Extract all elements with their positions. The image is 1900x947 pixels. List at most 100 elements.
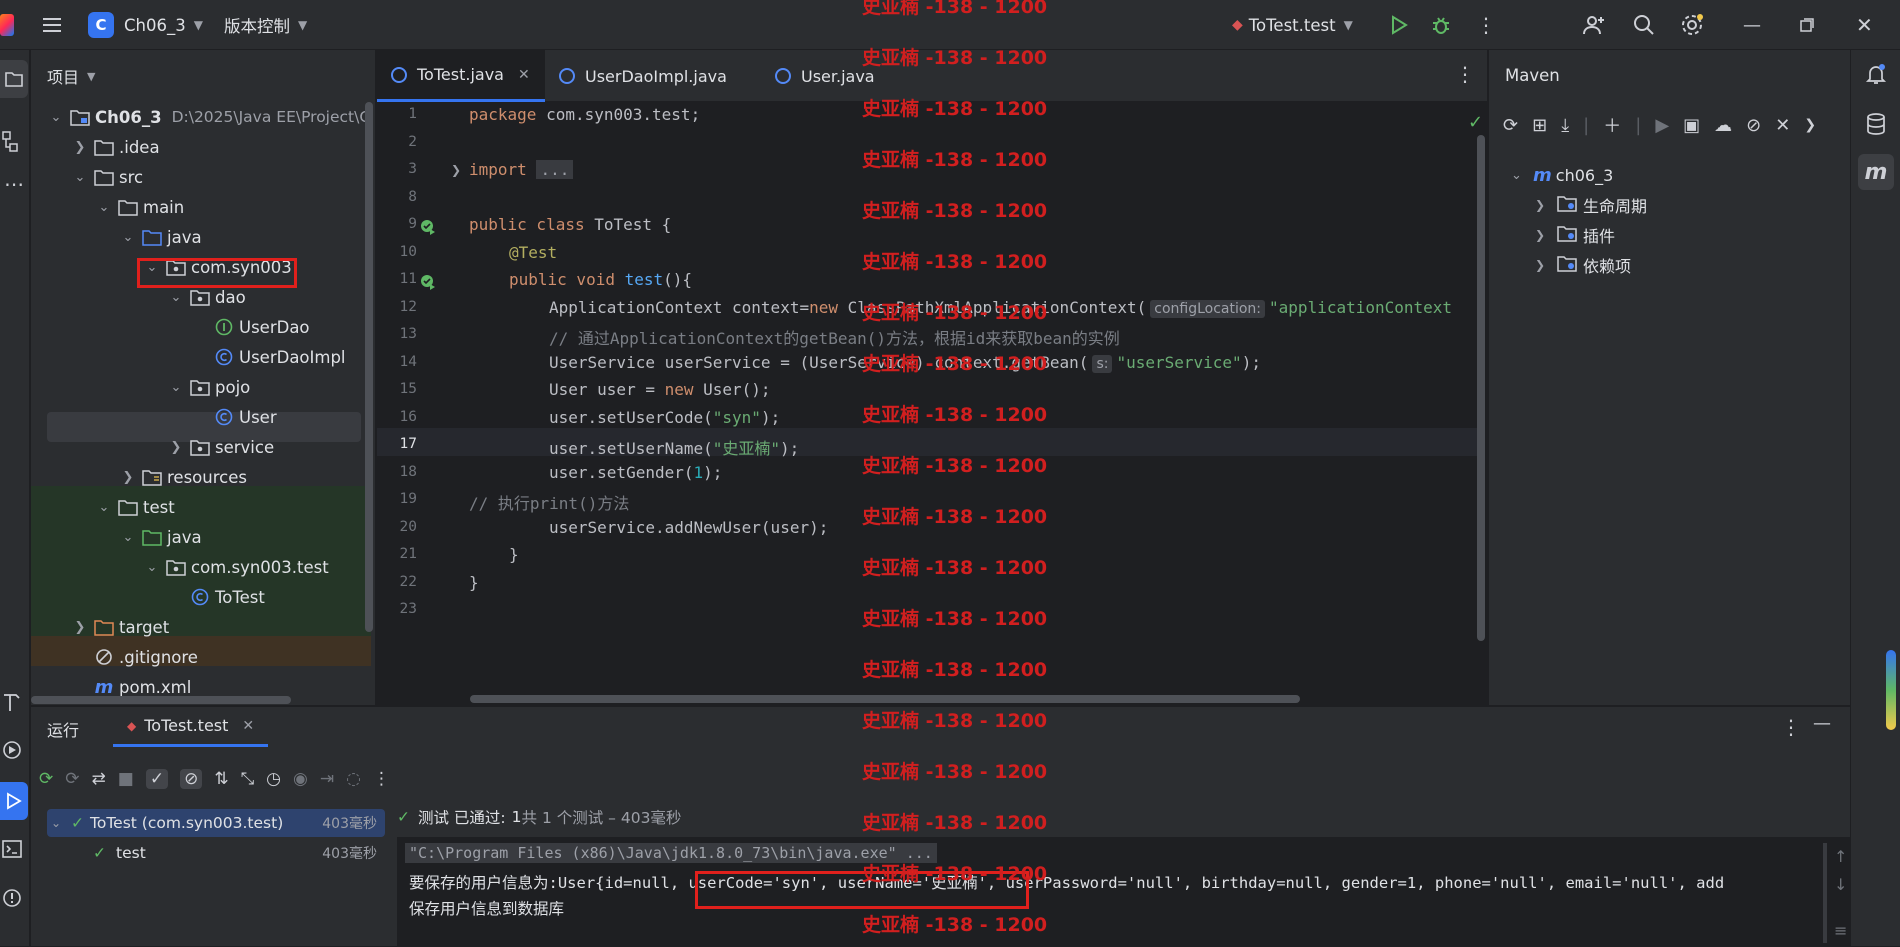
tree-item[interactable]: .gitignore xyxy=(31,642,198,672)
tree-item[interactable]: ⌄ java xyxy=(31,222,202,252)
toggle-autotest-icon[interactable]: ⇄ xyxy=(92,769,106,789)
terminal-tool-button[interactable] xyxy=(2,840,22,862)
run-tab[interactable]: ◆ ToTest.test ✕ xyxy=(113,707,269,747)
collapse-icon[interactable]: ✕ xyxy=(1775,115,1790,136)
tree-item[interactable]: ⌄ test xyxy=(31,492,175,522)
skip-tests-icon[interactable]: ⊘ xyxy=(1746,115,1761,136)
maven-item[interactable]: ❯ 依赖项 xyxy=(1535,250,1631,280)
run-maven-icon[interactable]: ▶ xyxy=(1655,115,1669,136)
chevron-right-icon[interactable]: ❯ xyxy=(1804,117,1816,133)
tree-item[interactable]: ⌄ com.syn003 xyxy=(31,252,292,282)
run-tool-button[interactable] xyxy=(0,782,28,820)
restore-button[interactable] xyxy=(1800,0,1814,50)
offline-icon[interactable]: ☁ xyxy=(1714,115,1732,136)
tree-item[interactable]: ⌄ dao xyxy=(31,282,246,312)
services-tool-button[interactable] xyxy=(2,740,22,764)
tab-userdaoimpl[interactable]: UserDaoImpl.java xyxy=(559,50,727,102)
minimize-button[interactable]: — xyxy=(1743,0,1761,50)
console-output[interactable]: "C:\Program Files (x86)\Java\jdk1.8.0_73… xyxy=(397,837,1850,947)
tree-item[interactable]: User xyxy=(31,402,277,432)
run-config-selector[interactable]: ◆ ToTest.test ▼ xyxy=(1232,0,1353,50)
project-switcher[interactable]: C Ch06_3 ▼ xyxy=(88,0,203,50)
chevron-down-icon[interactable]: ⌄ xyxy=(167,290,185,305)
chevron-down-icon[interactable]: ⌄ xyxy=(119,530,137,545)
tree-item[interactable]: ⌄ com.syn003.test xyxy=(31,552,329,582)
chevron-right-icon[interactable]: ❯ xyxy=(119,470,137,485)
collapse-all-icon[interactable]: ⤡ xyxy=(241,769,255,789)
maven-config-icon[interactable]: ▣ xyxy=(1683,115,1700,136)
show-ignored-icon[interactable]: ⊘ xyxy=(180,769,203,789)
analysis-ok-icon[interactable]: ✓ xyxy=(1468,112,1483,133)
problems-tool-button[interactable] xyxy=(2,888,22,912)
close-window-button[interactable]: ✕ xyxy=(1856,0,1873,50)
rerun-failed-icon[interactable]: ⟳ xyxy=(65,769,79,789)
editor-vscrollbar[interactable] xyxy=(1477,135,1485,641)
more-icon[interactable]: ⋮ xyxy=(373,769,390,789)
download-icon[interactable]: ⤓ xyxy=(1561,115,1569,136)
vcs-menu[interactable]: 版本控制 ▼ xyxy=(224,0,307,50)
project-hscrollbar[interactable] xyxy=(31,696,291,704)
more-actions-icon[interactable]: ⋮ xyxy=(1476,0,1496,50)
tree-item[interactable]: ⌄ pojo xyxy=(31,372,251,402)
coverage-icon[interactable]: ◌ xyxy=(346,769,361,789)
tab-menu-icon[interactable]: ⋮ xyxy=(1455,62,1475,86)
chevron-right-icon[interactable]: ❯ xyxy=(71,140,89,155)
run-more-icon[interactable]: ⋮ xyxy=(1781,715,1801,739)
project-tool-button[interactable] xyxy=(0,60,28,98)
add-folder-icon[interactable]: ⊞ xyxy=(1532,115,1547,136)
tree-item[interactable]: ❯ service xyxy=(31,432,275,462)
build-tool-button[interactable] xyxy=(2,690,22,716)
chevron-down-icon[interactable]: ⌄ xyxy=(95,200,113,215)
tab-user[interactable]: User.java xyxy=(775,50,875,102)
maven-tool-button[interactable]: m xyxy=(1858,154,1894,190)
sort-icon[interactable]: ⇅ xyxy=(214,769,228,789)
structure-tool-button[interactable] xyxy=(2,130,20,158)
tree-item[interactable]: ⌄ Ch06_3 D:\2025\Java EE\Project\C xyxy=(31,102,371,132)
main-menu-button[interactable] xyxy=(40,0,64,50)
project-panel-header[interactable]: 项目 ▼ xyxy=(31,50,375,102)
maven-item[interactable]: ❯ 生命周期 xyxy=(1535,190,1647,220)
debug-button[interactable] xyxy=(1430,0,1452,50)
tree-item[interactable]: UserDaoImpl xyxy=(31,342,346,372)
tree-item[interactable]: ❯ resources xyxy=(31,462,247,492)
console-scrollbar[interactable] xyxy=(1823,843,1827,943)
chevron-down-icon[interactable]: ⌄ xyxy=(167,380,185,395)
tab-totest[interactable]: ToTest.java ✕ xyxy=(377,50,545,102)
chevron-down-icon[interactable]: ⌄ xyxy=(95,500,113,515)
reload-icon[interactable]: ⟳ xyxy=(1503,115,1518,136)
tree-item[interactable]: ❯ .idea xyxy=(31,132,160,162)
chevron-down-icon[interactable]: ⌄ xyxy=(143,560,161,575)
code-with-me-button[interactable] xyxy=(1582,0,1606,50)
rerun-icon[interactable]: ⟳ xyxy=(39,769,53,789)
more-tools-icon[interactable]: ⋯ xyxy=(4,172,24,196)
run-button[interactable] xyxy=(1388,0,1410,50)
chevron-down-icon[interactable]: ⌄ xyxy=(71,170,89,185)
plus-icon[interactable]: ＋ xyxy=(1603,112,1621,138)
scroll-up-icon[interactable]: ↑ xyxy=(1834,847,1847,866)
tree-item[interactable]: ⌄ src xyxy=(31,162,144,192)
notifications-button[interactable] xyxy=(1864,62,1888,90)
tree-item[interactable]: ⌄ main xyxy=(31,192,185,222)
project-scrollbar[interactable] xyxy=(365,102,373,632)
chevron-right-icon[interactable]: ❯ xyxy=(71,620,89,635)
history-icon[interactable]: ◷ xyxy=(266,769,281,789)
soft-wrap-icon[interactable]: ≡ xyxy=(1834,921,1847,940)
maven-item[interactable]: ❯ 插件 xyxy=(1535,220,1615,250)
tree-item[interactable]: ❯ target xyxy=(31,612,170,642)
show-passed-icon[interactable]: ✓ xyxy=(145,769,169,789)
chevron-right-icon[interactable]: ❯ xyxy=(167,440,185,455)
settings-button[interactable] xyxy=(1680,0,1704,50)
stop-icon[interactable]: ■ xyxy=(118,769,134,789)
camera-icon[interactable]: ◉ xyxy=(293,769,308,789)
database-button[interactable] xyxy=(1864,112,1888,140)
close-icon[interactable]: ✕ xyxy=(518,67,530,83)
code-area[interactable]: package com.syn003.test; import ... public… xyxy=(377,102,1477,692)
hide-panel-icon[interactable]: — xyxy=(1813,713,1831,734)
chevron-down-icon[interactable]: ⌄ xyxy=(47,110,65,125)
maven-root[interactable]: ⌄ m ch06_3 xyxy=(1511,160,1613,190)
export-icon[interactable]: ⇥ xyxy=(320,769,334,789)
tree-item[interactable]: UserDao xyxy=(31,312,310,342)
tree-item[interactable]: ToTest xyxy=(31,582,265,612)
editor-hscrollbar[interactable] xyxy=(470,695,1300,703)
close-icon[interactable]: ✕ xyxy=(242,718,254,734)
